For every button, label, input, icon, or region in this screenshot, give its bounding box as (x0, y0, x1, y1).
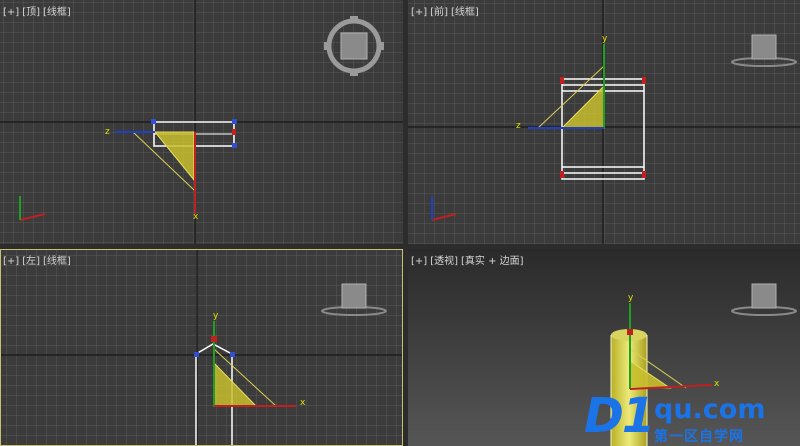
viewport-splitter-vertical[interactable] (403, 0, 408, 446)
viewport-shading-mode[interactable]: [线框] (43, 256, 71, 267)
axis-label-x: x (193, 212, 199, 222)
axis-label-y: y (602, 34, 608, 44)
axis-label-x: x (714, 379, 720, 389)
axis-label-x: x (300, 398, 306, 408)
viewport-splitter-horizontal[interactable] (0, 244, 800, 249)
viewport-view-name[interactable]: [前] (430, 7, 448, 18)
watermark-domain: qu.com (654, 394, 766, 425)
viewport-top-canvas[interactable]: z x (0, 0, 403, 244)
viewport-view-name[interactable]: [透视] (430, 256, 458, 267)
viewport-top[interactable]: z x [+] [顶] [线框] (0, 0, 403, 244)
viewport-front[interactable]: y z [+] [前] [线框] (408, 0, 800, 244)
viewport-menu-plus[interactable]: [+] (411, 256, 427, 267)
axis-label-z: z (105, 127, 110, 137)
viewport-label-front[interactable]: [+] [前] [线框] (411, 3, 482, 18)
axis-label-y: y (213, 311, 219, 321)
viewport-left[interactable]: y x [+] [左] [线框] (0, 249, 403, 446)
axis-label-y: y (628, 293, 634, 303)
viewport-front-canvas[interactable]: y z (408, 0, 800, 244)
watermark-d1: D1 (584, 388, 655, 444)
viewport-shading-mode[interactable]: [真实 + 边面] (461, 256, 524, 267)
viewport-view-name[interactable]: [顶] (22, 7, 40, 18)
viewcube-perspective[interactable] (731, 283, 797, 316)
viewport-menu-plus[interactable]: [+] (3, 256, 19, 267)
viewport-left-canvas[interactable]: y x (0, 249, 403, 446)
axis-label-z: z (516, 121, 521, 131)
viewport-shading-mode[interactable]: [线框] (43, 7, 71, 18)
viewport-shading-mode[interactable]: [线框] (451, 7, 479, 18)
watermark-slogan: 第一区自学网 (654, 429, 744, 445)
viewport-view-name[interactable]: [左] (22, 256, 40, 267)
viewport-label-perspective[interactable]: [+] [透视] [真实 + 边面] (411, 252, 527, 267)
viewport-label-left[interactable]: [+] [左] [线框] (3, 252, 74, 267)
viewport-menu-plus[interactable]: [+] (3, 7, 19, 18)
viewport-label-top[interactable]: [+] [顶] [线框] (3, 3, 74, 18)
watermark-logo: D1 qu.com 第一区自学网 (584, 388, 800, 446)
viewport-menu-plus[interactable]: [+] (411, 7, 427, 18)
